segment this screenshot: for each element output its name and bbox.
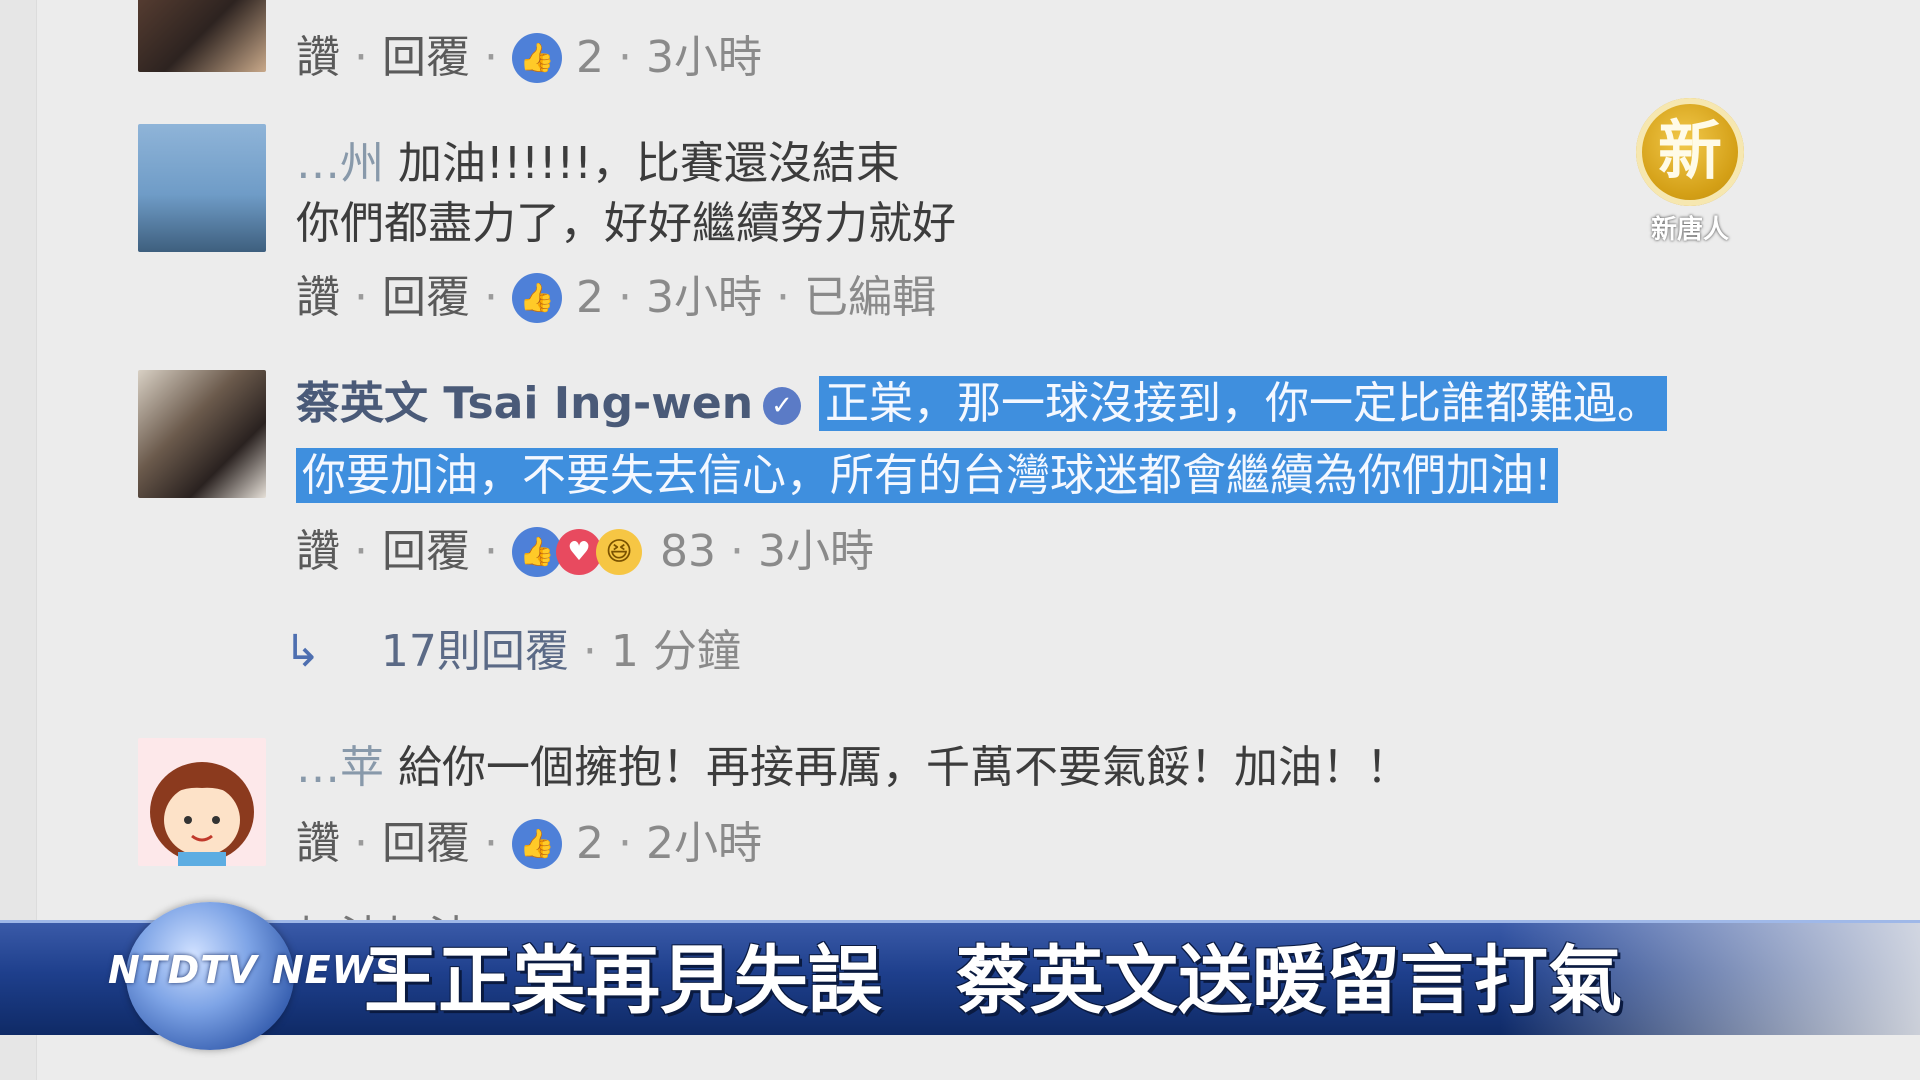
comment-actions: 讚 · 回覆 · 👍 ♥ 😆 83 · 3小時 [296, 522, 1840, 582]
author-name-blurred[interactable]: …州 [296, 134, 384, 194]
avatar[interactable] [138, 738, 266, 866]
like-link[interactable]: 讚 [296, 814, 340, 874]
avatar[interactable] [138, 124, 266, 252]
selected-text[interactable]: 你要加油，不要失去信心，所有的台灣球迷都會繼續為你們加油! [296, 448, 1558, 503]
reply-link[interactable]: 回覆 [382, 28, 470, 88]
watermark [1730, 470, 1760, 630]
reply-link[interactable]: 回覆 [382, 522, 470, 582]
timestamp[interactable]: 2小時 [646, 814, 762, 874]
logo-text: 新唐人 [1650, 215, 1729, 245]
left-strip [0, 0, 37, 1080]
like-link[interactable]: 讚 [296, 268, 340, 328]
view-replies-link[interactable]: ↳ 17則回覆 · 1 分鐘 [284, 622, 1840, 682]
comment-text: 蔡英文 Tsai Ing-wen ✓ 正棠，那一球沒接到，你一定比誰都難過。 [296, 374, 1840, 434]
edited-label[interactable]: 已編輯 [804, 268, 936, 328]
like-link[interactable]: 讚 [296, 28, 340, 88]
like-count[interactable]: 2 [576, 814, 604, 874]
news-brand: NTDTV NEWS [108, 948, 403, 992]
haha-reaction-icon: 😆 [596, 529, 642, 575]
check-icon: ✓ [763, 387, 802, 425]
selected-text[interactable]: 正棠，那一球沒接到，你一定比誰都難過。 [819, 376, 1668, 431]
comment-text: …州 加油!!!!!!，比賽還沒結束 [296, 134, 1840, 194]
reply-link[interactable]: 回覆 [382, 268, 470, 328]
reaction-count[interactable]: 83 [660, 522, 716, 582]
author-name[interactable]: 蔡英文 Tsai Ing-wen [296, 378, 753, 429]
reply-link[interactable]: 回覆 [382, 814, 470, 874]
thumbs-up-icon: 👍 [512, 819, 562, 869]
comment-text-line2: 你們都盡力了，好好繼續努力就好 [296, 198, 956, 249]
logo-emblem: 新 [1636, 98, 1744, 206]
avatar[interactable] [138, 0, 266, 72]
like-link[interactable]: 讚 [296, 522, 340, 582]
thumbs-up-icon: 👍 [512, 527, 562, 577]
comment-text-line2: 你要加油，不要失去信心，所有的台灣球迷都會繼續為你們加油! [296, 446, 1840, 506]
reply-count[interactable]: 17則回覆 [381, 622, 569, 682]
comment-actions: 讚 · 回覆 · 👍 2 · 2小時 [296, 814, 1840, 874]
timestamp[interactable]: 3小時 [646, 28, 762, 88]
comment-text: …苹 給你一個擁抱！再接再厲，千萬不要氣餒！加油！！ [296, 738, 1840, 798]
comment-actions: 讚 · 回覆 · 👍 2 · 3小時 [296, 28, 1840, 88]
station-logo: 新 新唐人 [1620, 98, 1760, 288]
thumbs-up-icon: 👍 [512, 33, 562, 83]
like-count[interactable]: 2 [576, 28, 604, 88]
timestamp[interactable]: 3小時 [646, 268, 762, 328]
comment-actions: 讚 · 回覆 · 👍 2 · 3小時 · 已編輯 [296, 268, 1840, 328]
reply-time: 1 分鐘 [610, 626, 741, 677]
avatar[interactable] [138, 370, 266, 498]
reply-arrow-icon: ↳ [284, 626, 321, 677]
author-name-blurred[interactable]: …苹 [296, 738, 384, 798]
cartoon-face-icon [150, 762, 254, 866]
timestamp[interactable]: 3小時 [758, 522, 874, 582]
like-count[interactable]: 2 [576, 268, 604, 328]
thumbs-up-icon: 👍 [512, 273, 562, 323]
video-frame: 讚 · 回覆 · 👍 2 · 3小時 …州 加油!!!!!!，比賽還沒結束 你們都… [0, 0, 1920, 1080]
news-headline: 王正棠再見失誤 蔡英文送暖留言打氣 [364, 938, 1622, 1024]
